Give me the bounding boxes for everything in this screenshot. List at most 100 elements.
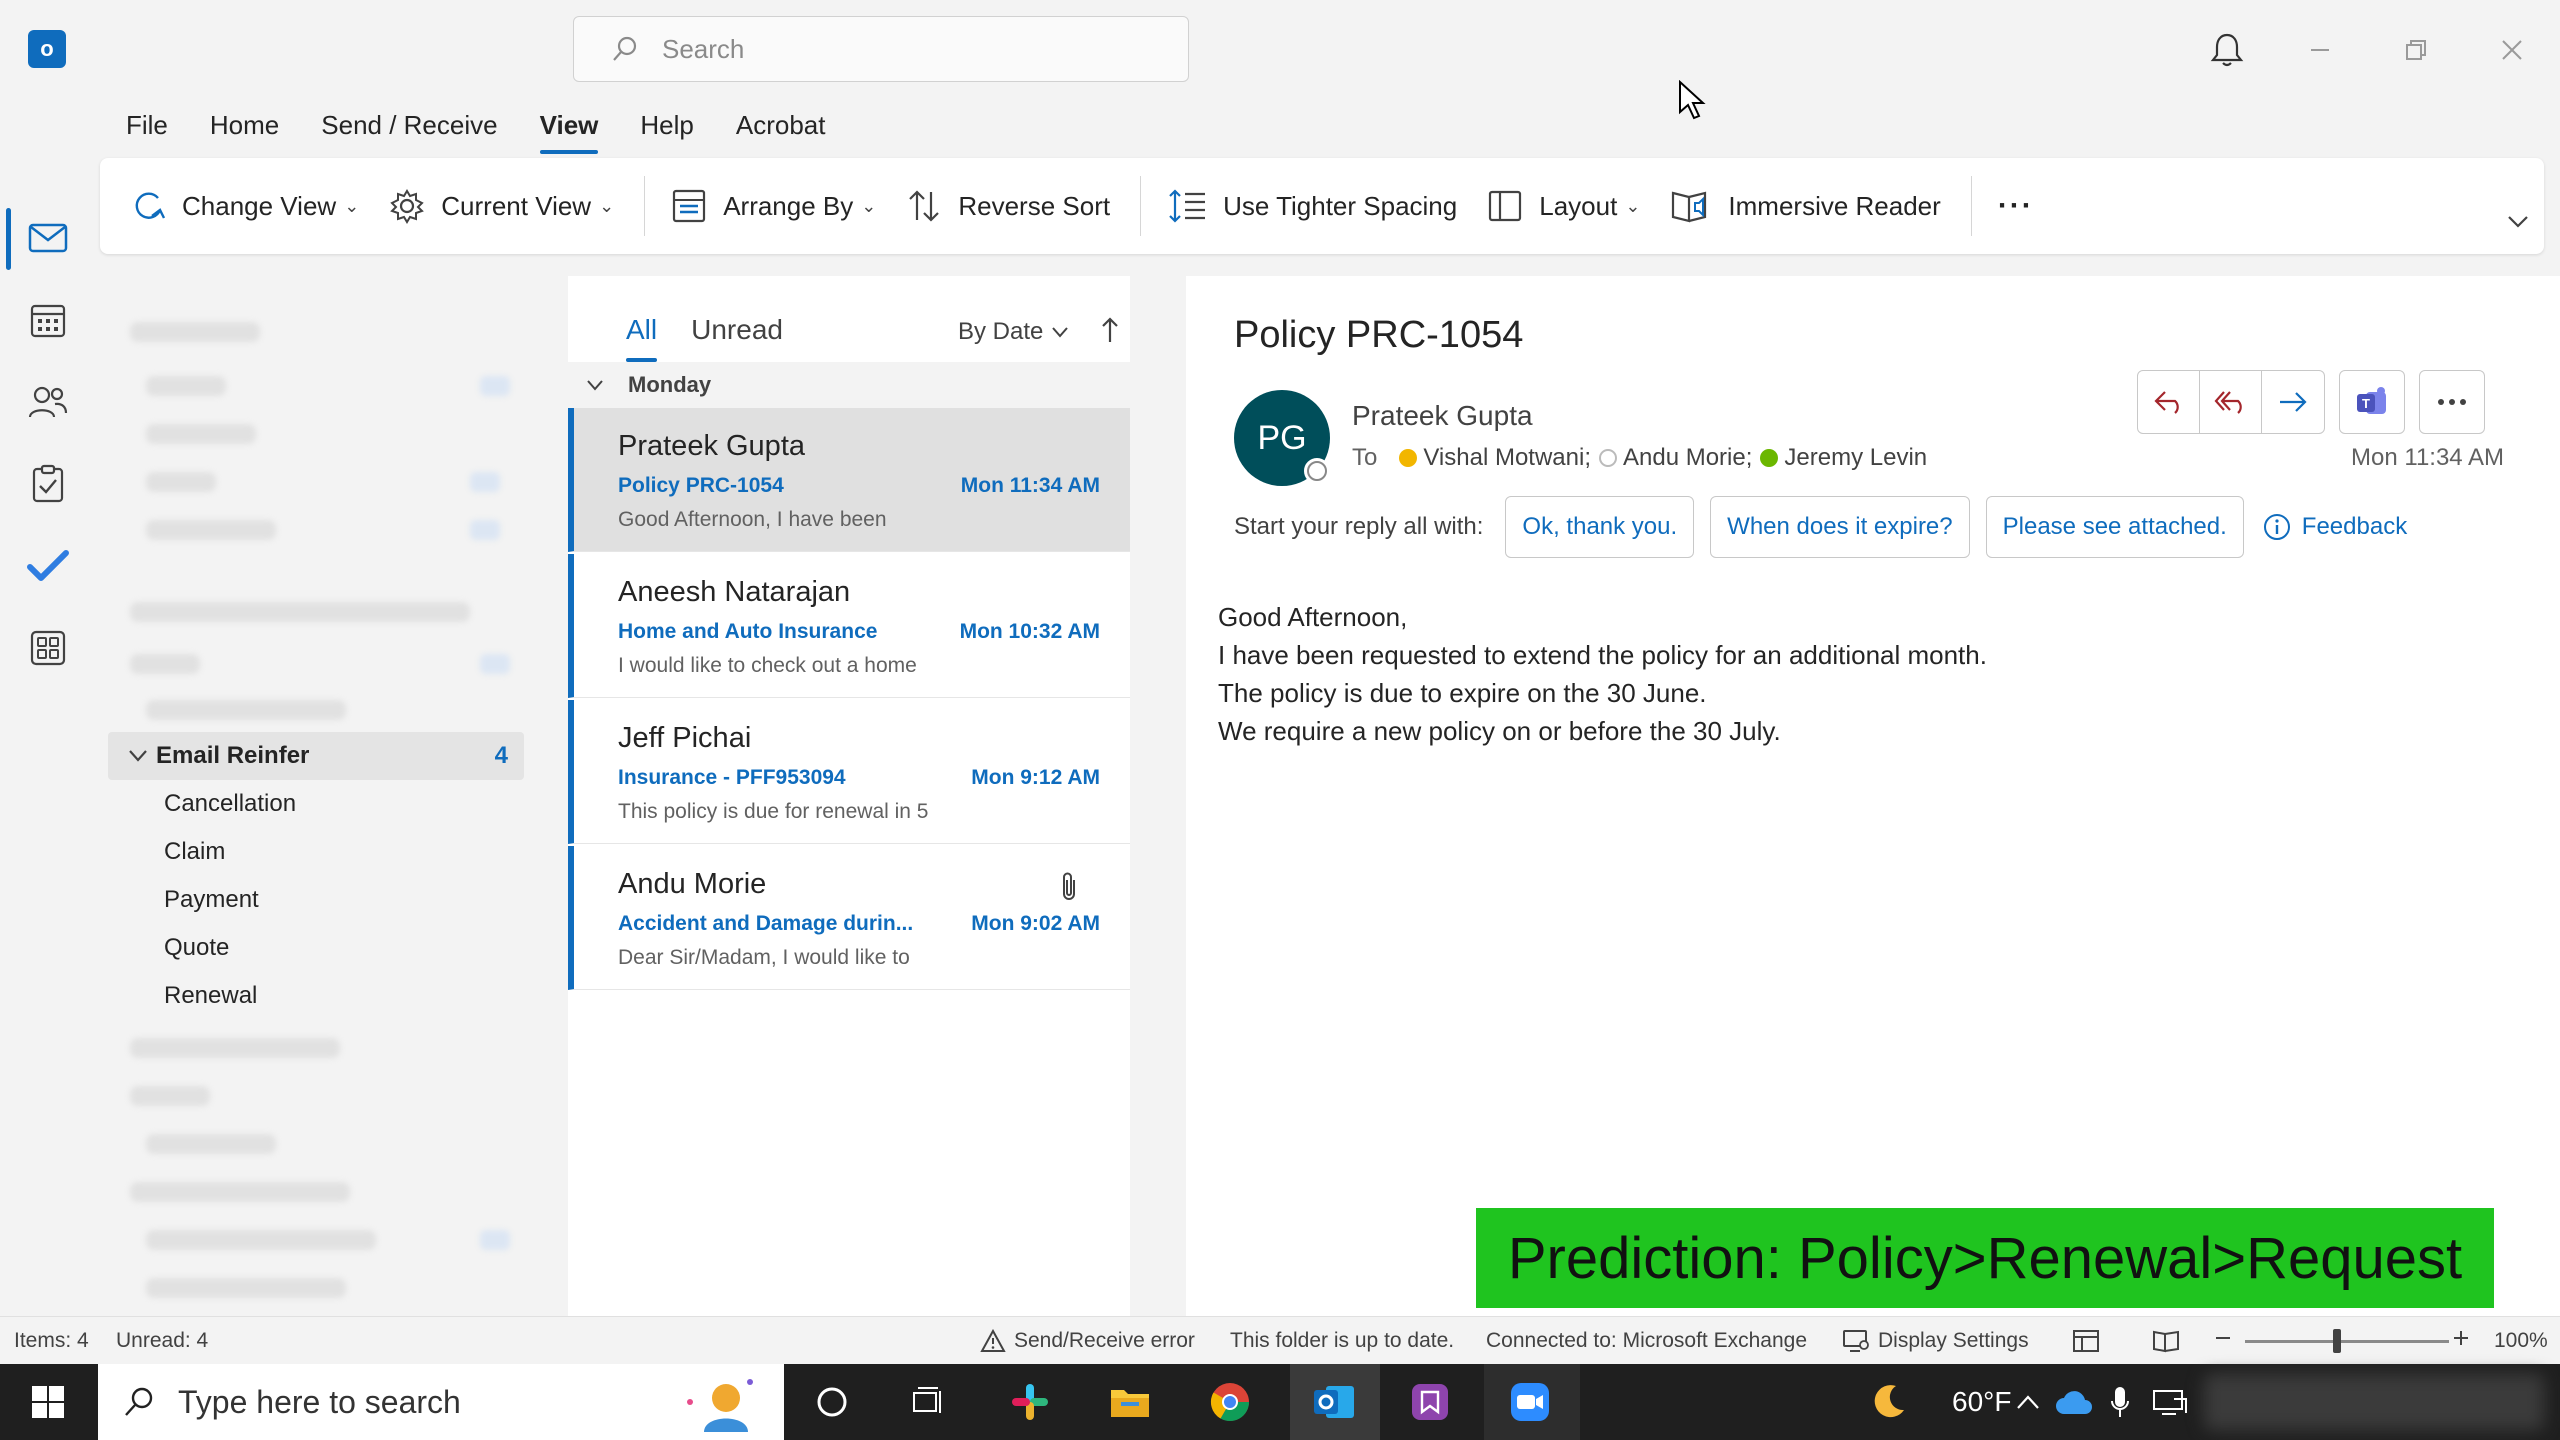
apps-icon[interactable] (22, 622, 74, 674)
folder-quote[interactable]: Quote (164, 934, 229, 962)
suggested-reply-button[interactable]: Ok, thank you. (1505, 496, 1695, 558)
email-body: Good Afternoon, I have been requested to… (1218, 598, 1987, 750)
zoom-in-button[interactable] (2452, 1329, 2470, 1347)
message-subject: Home and Auto Insurance (618, 620, 878, 643)
folder-claim[interactable]: Claim (164, 838, 225, 866)
ribbon-divider (644, 176, 646, 236)
ribbon-expand-chevron-icon[interactable] (2506, 214, 2530, 230)
reinfer-app-icon[interactable] (1406, 1378, 1454, 1426)
cortana-icon[interactable] (808, 1378, 856, 1426)
tasks-icon[interactable] (22, 458, 74, 510)
redacted-system-tray (2204, 1374, 2544, 1430)
recipient[interactable]: Vishal Motwani; (1399, 444, 1591, 472)
chevron-down-icon: ⌄ (599, 195, 615, 216)
display-settings-icon (1842, 1329, 1870, 1353)
outlook-taskbar-icon[interactable] (1310, 1378, 1358, 1426)
folder-payment[interactable]: Payment (164, 886, 259, 914)
taskbar-search-input[interactable]: Type here to search (98, 1364, 784, 1440)
calendar-icon[interactable] (22, 294, 74, 346)
file-explorer-icon[interactable] (1106, 1378, 1154, 1426)
slack-icon[interactable] (1006, 1378, 1054, 1426)
reply-all-button[interactable] (2200, 371, 2262, 433)
tab-help[interactable]: Help (640, 110, 693, 150)
tighter-spacing-button[interactable]: Use Tighter Spacing (1167, 188, 1457, 224)
email-sender[interactable]: Prateek Gupta (1352, 400, 1533, 432)
recipient-list: To Vishal Motwani; Andu Morie; Jeremy Le… (1352, 444, 1935, 472)
message-item[interactable]: Aneesh Natarajan Home and Auto Insurance… (568, 554, 1130, 698)
reply-button[interactable] (2138, 371, 2200, 433)
weather-temperature[interactable]: 60°F (1952, 1386, 2011, 1418)
layout-button[interactable]: Layout ⌄ (1487, 188, 1640, 224)
feedback-link[interactable]: Feedback (2262, 512, 2407, 542)
forward-button[interactable] (2262, 371, 2324, 433)
change-view-button[interactable]: Change View ⌄ (130, 188, 359, 224)
suggested-reply-button[interactable]: Please see attached. (1985, 496, 2244, 558)
zoom-slider[interactable] (2245, 1340, 2449, 1343)
chevron-up-icon[interactable] (2004, 1378, 2052, 1426)
network-icon[interactable] (2146, 1378, 2194, 1426)
more-options-button[interactable]: ··· (1998, 189, 2034, 223)
tab-acrobat[interactable]: Acrobat (736, 110, 826, 150)
todo-icon[interactable] (22, 540, 74, 592)
zoom-app-icon[interactable] (1506, 1378, 1554, 1426)
redacted-badge (470, 472, 500, 492)
minus-icon (2216, 1337, 2230, 1339)
send-receive-error[interactable]: Send/Receive error (980, 1329, 1195, 1353)
group-label: Monday (628, 372, 712, 397)
ribbon-divider (1140, 176, 1142, 236)
filter-unread-tab[interactable]: Unread (691, 314, 783, 346)
mail-icon[interactable] (22, 212, 74, 264)
tab-send-receive[interactable]: Send / Receive (321, 110, 497, 150)
search-placeholder: Search (662, 33, 745, 64)
folder-email-reinfer[interactable]: Email Reinfer 4 (108, 732, 524, 780)
task-view-icon[interactable] (904, 1378, 952, 1426)
redacted-folder (146, 1230, 376, 1250)
chevron-down-icon (128, 749, 148, 763)
normal-view-button[interactable] (2072, 1329, 2100, 1353)
recipient[interactable]: Jeremy Levin (1760, 444, 1927, 472)
redacted-folder (146, 1134, 276, 1154)
restore-button[interactable] (2396, 30, 2436, 70)
message-preview: I would like to check out a home (618, 654, 917, 677)
recipient-name: Andu Morie; (1623, 444, 1753, 471)
sort-by-dropdown[interactable]: By Date (958, 318, 1069, 346)
minimize-button[interactable] (2300, 30, 2340, 70)
recipient[interactable]: Andu Morie; (1599, 444, 1752, 472)
people-icon[interactable] (22, 376, 74, 428)
suggested-reply-button[interactable]: When does it expire? (1710, 496, 1970, 558)
windows-start-icon[interactable] (24, 1378, 72, 1426)
message-item[interactable]: Jeff Pichai Insurance - PFF953094 Mon 9:… (568, 700, 1130, 844)
message-item[interactable]: Andu Morie Accident and Damage durin... … (568, 846, 1130, 990)
tab-home[interactable]: Home (210, 110, 279, 150)
tab-file[interactable]: File (126, 110, 168, 150)
more-actions-button[interactable] (2419, 370, 2485, 434)
teams-chat-button[interactable]: T (2339, 370, 2405, 434)
folder-renewal[interactable]: Renewal (164, 982, 257, 1010)
filter-all-tab[interactable]: All (626, 314, 658, 362)
search-input[interactable]: Search (573, 16, 1189, 82)
gear-icon (389, 188, 425, 224)
zoom-out-button[interactable] (2214, 1329, 2232, 1347)
display-settings-button[interactable]: Display Settings (1842, 1329, 2029, 1353)
notification-bell-icon[interactable] (2210, 32, 2244, 68)
current-view-button[interactable]: Current View ⌄ (389, 188, 614, 224)
reading-view-icon (2153, 1330, 2179, 1353)
close-button[interactable] (2492, 30, 2532, 70)
immersive-reader-button[interactable]: Immersive Reader (1670, 187, 1941, 225)
weather-moon-icon (1864, 1378, 1912, 1426)
reading-view-button[interactable] (2152, 1329, 2180, 1353)
arrange-by-button[interactable]: Arrange By ⌄ (671, 188, 876, 224)
tab-view[interactable]: View (539, 110, 598, 154)
microphone-icon[interactable] (2096, 1378, 2144, 1426)
chrome-icon[interactable] (1206, 1378, 1254, 1426)
zoom-slider-thumb[interactable] (2332, 1329, 2341, 1353)
group-header-monday[interactable]: Monday (568, 362, 1130, 408)
onedrive-cloud-icon[interactable] (2050, 1378, 2098, 1426)
sort-direction-arrow-icon[interactable] (1100, 316, 1120, 344)
message-item[interactable]: Prateek Gupta Policy PRC-1054 Mon 11:34 … (568, 408, 1130, 552)
redacted-folder (146, 1278, 346, 1298)
reverse-sort-button[interactable]: Reverse Sort (906, 188, 1110, 224)
folder-cancellation[interactable]: Cancellation (164, 790, 296, 818)
redacted-folder (146, 376, 226, 396)
redacted-badge (480, 1230, 510, 1250)
